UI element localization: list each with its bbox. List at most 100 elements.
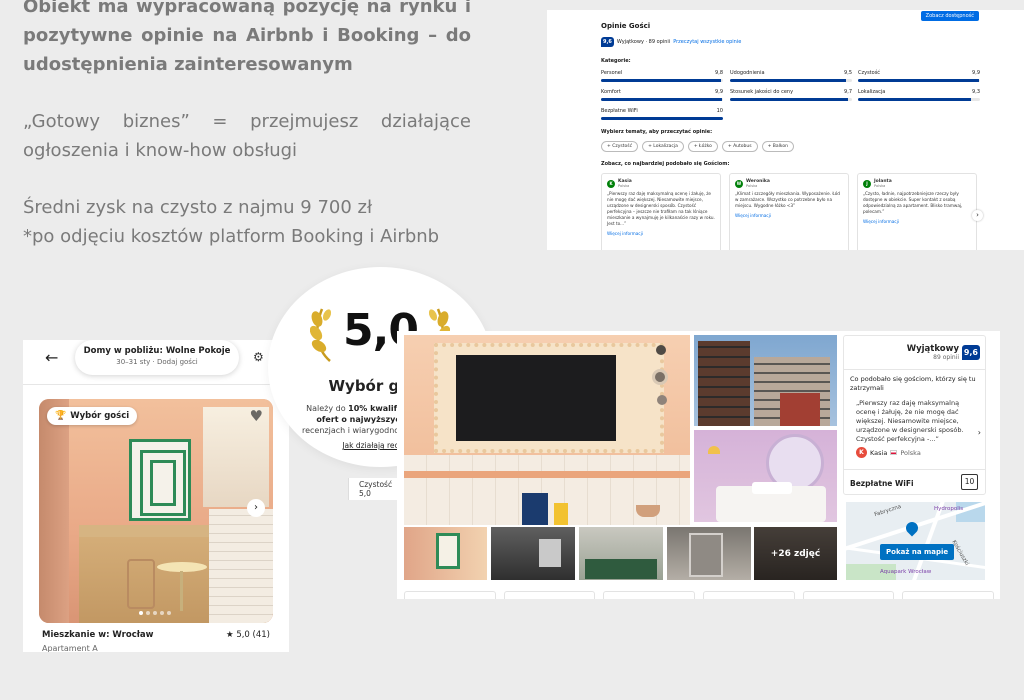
guest-favorite-badge: 🏆 Wybór gości xyxy=(47,407,138,425)
category-bar xyxy=(730,79,852,82)
category-bar xyxy=(858,79,980,82)
category-bar xyxy=(858,98,980,101)
filter-icon[interactable]: ⚙ xyxy=(253,350,264,364)
read-all-reviews-link[interactable]: Przeczytaj wszystkie opinie xyxy=(673,39,741,45)
avatar: J xyxy=(863,179,871,188)
score-badge: 9,6 xyxy=(961,345,980,360)
category-wifi: Bezpłatne WiFi 10 xyxy=(601,108,723,120)
score-badge: 9,6 xyxy=(601,37,614,47)
more-info-link[interactable]: Więcej informacji xyxy=(863,219,971,225)
category-label: Lokalizacja xyxy=(858,89,886,95)
booking-gallery: +26 zdjęć Wyjątkowy 89 opinii 9,6 Co pod… xyxy=(397,331,1000,599)
category-facilities: Udogodnienia 9,5 xyxy=(730,70,852,82)
avatar: K xyxy=(856,447,867,458)
rating-header: Wyjątkowy 89 opinii xyxy=(907,344,959,361)
category-label: Bezpłatne WiFi xyxy=(601,108,638,114)
review-card: J Jolanta Polska „Czysto, ładnie, najpotr… xyxy=(857,173,977,250)
heart-icon[interactable]: ♥ xyxy=(250,407,263,425)
author-country: Polska xyxy=(900,448,921,457)
review-text: „Klimat i szczegóły mieszkania. Wyposaże… xyxy=(735,191,840,208)
reviews-score-row: 9,6 Wyjątkowy · 89 opinii Przeczytaj wsz… xyxy=(601,37,741,47)
category-peek-value: 5,0 xyxy=(359,489,371,498)
gallery-review-sidebar: Wyjątkowy 89 opinii 9,6 Co podobało się … xyxy=(843,335,986,495)
category-peek-label: Czystość xyxy=(359,480,393,489)
location-map[interactable]: Hydropolis Fabryczna Kościuszki Aquapark… xyxy=(846,502,985,580)
avatar: W xyxy=(735,179,743,188)
gallery-thumbnail[interactable] xyxy=(667,527,751,580)
review-card: W Weronika Polska „Klimat i szczegóły mie… xyxy=(729,173,849,250)
map-label: Fabryczna xyxy=(873,503,903,519)
photo-pagination-dots xyxy=(139,611,171,615)
category-value: 9,8 xyxy=(715,70,723,76)
rating-word: Wyjątkowy xyxy=(906,344,959,354)
listing-rating: ★ 5,0 (41) xyxy=(226,630,270,640)
category-label: Personel xyxy=(601,70,623,76)
listing-title: Mieszkanie w: Wrocław xyxy=(42,630,154,640)
poland-flag-icon xyxy=(890,450,898,455)
airbnb-mobile-card: ← Domy w pobliżu: Wolne Pokoje 30–31 sty… xyxy=(23,340,289,652)
listing-subtitle: Apartament A xyxy=(42,644,98,652)
more-info-link[interactable]: Więcej informacji xyxy=(607,231,715,237)
topic-chip[interactable]: + Czystość xyxy=(601,141,639,152)
back-arrow-icon[interactable]: ← xyxy=(45,348,58,367)
booking-reviews-panel: Zobacz dostępność Opinie Gości 9,6 Wyjąt… xyxy=(547,10,1024,250)
search-pill[interactable]: Domy w pobliżu: Wolne Pokoje 30–31 sty ·… xyxy=(75,340,239,375)
reviewer-country: Polska xyxy=(874,184,886,188)
review-quote: „Pierwszy raz daję maksymalną ocenę i ża… xyxy=(856,399,964,443)
map-label: Hydropolis xyxy=(934,506,964,512)
divider xyxy=(23,384,289,385)
categories-title: Kategorie: xyxy=(601,58,631,64)
category-value-for-money: Stosunek jakości do ceny 9,7 xyxy=(730,89,852,101)
reviewer-country: Polska xyxy=(618,184,630,188)
topic-chip[interactable]: + Autobus xyxy=(721,141,758,152)
category-value: 9,7 xyxy=(844,89,852,95)
gallery-building-photo[interactable] xyxy=(694,335,837,426)
review-author: K Kasia Polska xyxy=(856,447,921,458)
show-on-map-button[interactable]: Pokaż na mapie xyxy=(880,544,955,560)
map-label: Aquapark Wrocław xyxy=(880,569,932,575)
topic-chip[interactable]: + Lokalizacja xyxy=(642,141,684,152)
gallery-thumbnail[interactable]: +26 zdjęć xyxy=(754,527,837,580)
review-card: K Kasia Polska „Pierwszy raz daję maksyma… xyxy=(601,173,721,250)
wifi-label: Bezpłatne WiFi xyxy=(850,479,914,488)
topics-title: Wybierz tematy, aby przeczytać opinie: xyxy=(601,129,713,135)
reviewer-country: Polska xyxy=(746,184,758,188)
see-availability-button[interactable]: Zobacz dostępność xyxy=(920,11,979,21)
category-value: 10 xyxy=(716,108,723,114)
topic-chip[interactable]: + Balkon xyxy=(761,141,794,152)
search-subtitle: 30–31 sty · Dodaj gości xyxy=(116,358,198,366)
wifi-score: 10 xyxy=(961,474,978,490)
profit-line: Średni zysk na czysto z najmu 9 700 zł xyxy=(23,197,373,218)
gallery-thumbnail[interactable] xyxy=(491,527,575,580)
category-bar xyxy=(601,98,723,101)
trophy-icon: 🏆 xyxy=(55,411,67,421)
listing-photo[interactable]: 🏆 Wybór gości ♥ › xyxy=(39,399,273,623)
airbnb-search-header: ← Domy w pobliżu: Wolne Pokoje 30–31 sty… xyxy=(23,340,289,385)
more-info-link[interactable]: Więcej informacji xyxy=(735,213,843,219)
review-text: „Pierwszy raz daję maksymalną ocenę i ża… xyxy=(607,191,715,226)
gallery-thumbnail[interactable] xyxy=(579,527,663,580)
topic-chip[interactable]: + Łóżko xyxy=(687,141,718,152)
gallery-main-photo[interactable] xyxy=(404,335,690,525)
chevron-right-icon[interactable]: › xyxy=(247,499,265,517)
intro-headline: Obiekt ma wypracowaną pozycję na rynku i… xyxy=(23,0,471,75)
category-value: 9,3 xyxy=(972,89,980,95)
gallery-thumbnail[interactable] xyxy=(404,527,487,580)
badge-label: Wybór gości xyxy=(70,411,130,421)
category-bar xyxy=(601,117,723,120)
ready-business-text: „Gotowy biznes” = przejmujesz działające… xyxy=(23,111,471,161)
chevron-right-icon[interactable]: › xyxy=(972,210,983,221)
category-staff: Personel 9,8 xyxy=(601,70,723,82)
category-location: Lokalizacja 9,3 xyxy=(858,89,980,101)
intro-text: Obiekt ma wypracowaną pozycję na rynku i… xyxy=(23,0,471,251)
category-bar xyxy=(601,79,723,82)
category-label: Czystość xyxy=(858,70,881,76)
topic-chips: + Czystość + Lokalizacja + Łóżko + Autob… xyxy=(601,141,794,152)
chevron-right-icon[interactable]: › xyxy=(978,428,981,437)
category-value: 9,9 xyxy=(972,70,980,76)
more-photos-label[interactable]: +26 zdjęć xyxy=(754,527,837,580)
avatar: K xyxy=(607,179,615,188)
gallery-bedroom-photo[interactable] xyxy=(694,430,837,522)
gallery-bottom-tabs xyxy=(404,591,995,599)
search-title: Domy w pobliżu: Wolne Pokoje xyxy=(83,346,231,356)
